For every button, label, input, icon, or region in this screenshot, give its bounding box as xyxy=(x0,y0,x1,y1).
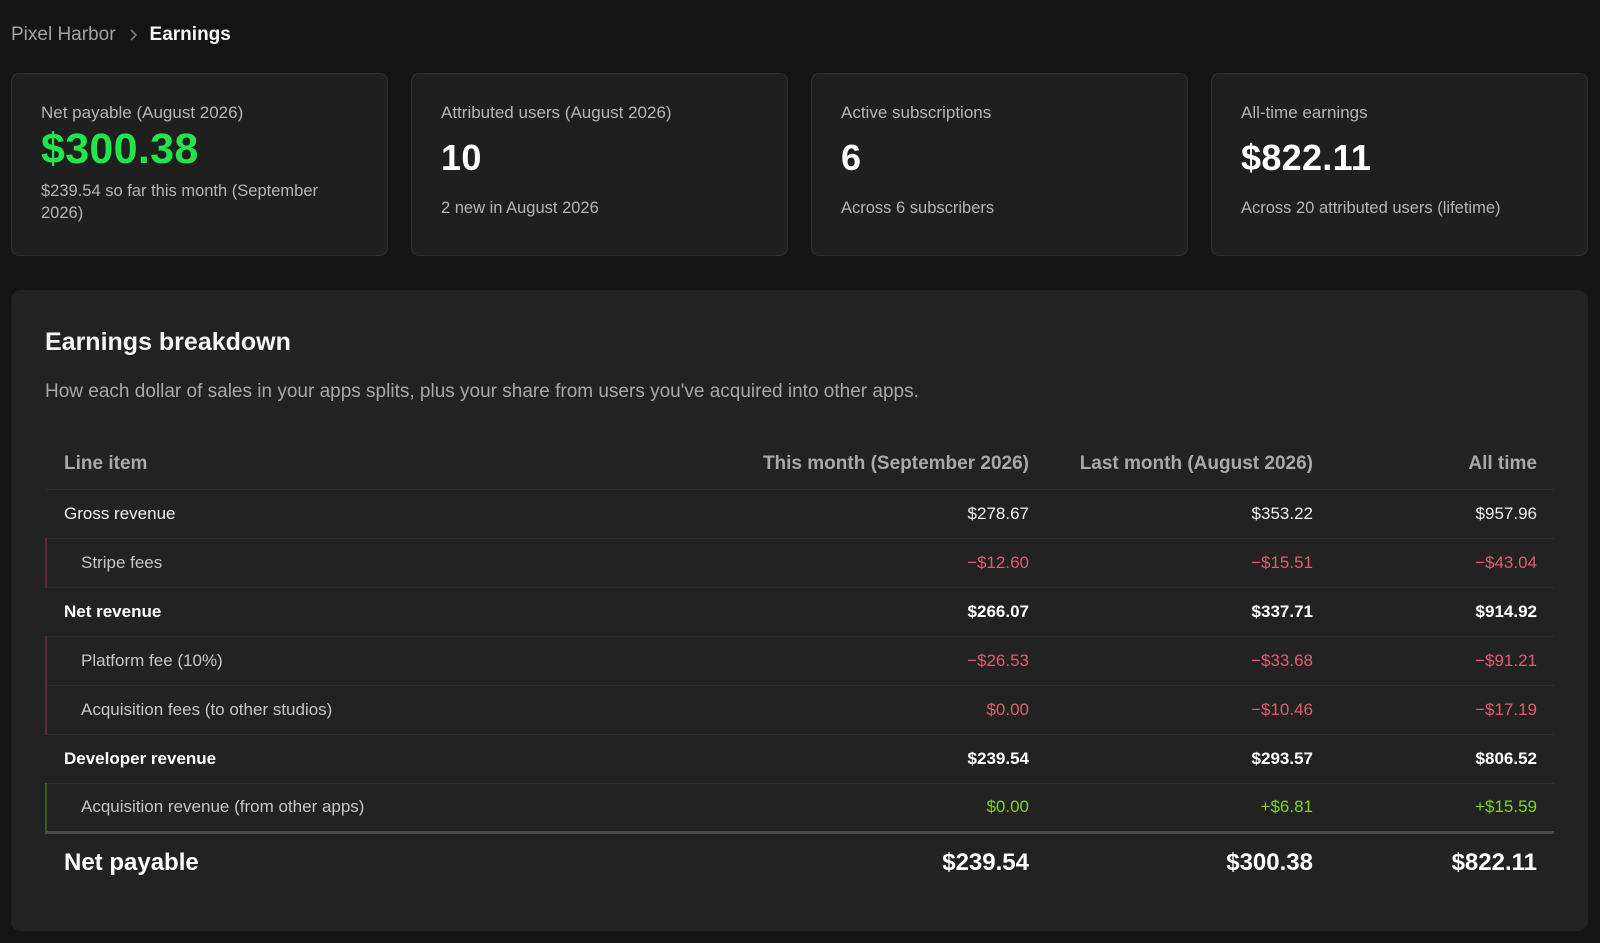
panel-description: How each dollar of sales in your apps sp… xyxy=(45,381,919,402)
last-month-value: −$10.46 xyxy=(1046,685,1330,735)
card-subtext: Across 20 attributed users (lifetime) xyxy=(1241,199,1501,217)
net-payable-card: Net payable (August 2026) $300.38 $239.5… xyxy=(11,73,388,256)
all-time-earnings-card: All-time earnings $822.11 Across 20 attr… xyxy=(1211,73,1588,256)
column-header-last-month: Last month (August 2026) xyxy=(1046,439,1330,490)
table-row: Platform fee (10%) −$26.53 −$33.68 −$91.… xyxy=(45,636,1554,686)
this-month-value: −$12.60 xyxy=(726,538,1046,588)
line-item-label: Acquisition revenue (from other apps) xyxy=(45,783,726,834)
total-last-month: $300.38 xyxy=(1226,848,1313,876)
panel-title: Earnings breakdown xyxy=(45,328,291,356)
all-time-value: −$91.21 xyxy=(1330,636,1554,686)
all-time-value: −$17.19 xyxy=(1330,685,1554,735)
last-month-value: $337.71 xyxy=(1046,587,1330,637)
line-item-label: Gross revenue xyxy=(46,489,726,539)
this-month-value: $278.67 xyxy=(726,489,1046,539)
line-item-label: Acquisition fees (to other studios) xyxy=(45,685,726,735)
table-row: Stripe fees −$12.60 −$15.51 −$43.04 xyxy=(45,538,1554,588)
table-header-row: Line item This month (September 2026) La… xyxy=(46,439,1554,490)
line-item-label: Stripe fees xyxy=(45,538,726,588)
this-month-value: $266.07 xyxy=(726,587,1046,637)
this-month-value: $0.00 xyxy=(726,685,1046,735)
card-label: Net payable (August 2026) xyxy=(41,103,244,122)
line-item-label: Net revenue xyxy=(46,587,726,637)
card-value: 10 xyxy=(441,137,482,178)
active-subscriptions-card: Active subscriptions 6 Across 6 subscrib… xyxy=(811,73,1188,256)
all-time-value: $957.96 xyxy=(1330,489,1554,539)
last-month-value: $353.22 xyxy=(1046,489,1330,539)
card-subtext: Across 6 subscribers xyxy=(841,199,995,217)
table-row: Developer revenue $239.54 $293.57 $806.5… xyxy=(46,734,1554,784)
table-row: Gross revenue $278.67 $353.22 $957.96 xyxy=(46,489,1554,539)
breadcrumb-current: Earnings xyxy=(149,24,231,45)
column-header-this-month: This month (September 2026) xyxy=(726,439,1046,490)
table-row: Acquisition revenue (from other apps) $0… xyxy=(45,783,1554,834)
card-label: All-time earnings xyxy=(1241,103,1368,122)
card-label: Attributed users (August 2026) xyxy=(441,103,672,122)
all-time-value: $914.92 xyxy=(1330,587,1554,637)
table-row: Net revenue $266.07 $337.71 $914.92 xyxy=(46,587,1554,637)
this-month-value: $239.54 xyxy=(726,734,1046,784)
total-all-time: $822.11 xyxy=(1451,848,1537,876)
last-month-value: −$15.51 xyxy=(1046,538,1330,588)
total-label: Net payable xyxy=(64,848,199,876)
earnings-table: Line item This month (September 2026) La… xyxy=(45,439,1554,892)
card-label: Active subscriptions xyxy=(841,103,992,122)
column-header-all-time: All time xyxy=(1330,439,1554,490)
breadcrumb-root-link[interactable]: Pixel Harbor xyxy=(11,24,116,46)
all-time-value: +$15.59 xyxy=(1330,783,1554,834)
last-month-value: +$6.81 xyxy=(1046,783,1330,834)
all-time-value: −$43.04 xyxy=(1330,538,1554,588)
summary-cards: Net payable (August 2026) $300.38 $239.5… xyxy=(11,73,1588,256)
card-value: 6 xyxy=(841,137,862,178)
breadcrumb: Pixel Harbor Earnings xyxy=(11,24,231,46)
line-item-label: Platform fee (10%) xyxy=(45,636,726,686)
all-time-value: $806.52 xyxy=(1330,734,1554,784)
last-month-value: −$33.68 xyxy=(1046,636,1330,686)
card-subtext: $239.54 so far this month (September 202… xyxy=(41,182,318,222)
card-subtext: 2 new in August 2026 xyxy=(441,199,599,217)
this-month-value: −$26.53 xyxy=(726,636,1046,686)
this-month-value: $0.00 xyxy=(726,783,1046,834)
card-value: $300.38 xyxy=(41,125,199,173)
total-this-month: $239.54 xyxy=(942,848,1029,876)
last-month-value: $293.57 xyxy=(1046,734,1330,784)
card-value: $822.11 xyxy=(1241,137,1372,178)
chevron-right-icon xyxy=(128,28,138,42)
attributed-users-card: Attributed users (August 2026) 10 2 new … xyxy=(411,73,788,256)
earnings-breakdown-panel: Earnings breakdown How each dollar of sa… xyxy=(11,290,1588,931)
column-header-line-item: Line item xyxy=(46,439,726,490)
line-item-label: Developer revenue xyxy=(46,734,726,784)
table-row: Acquisition fees (to other studios) $0.0… xyxy=(45,685,1554,735)
net-payable-total-row: Net payable $239.54 $300.38 $822.11 xyxy=(46,832,1554,892)
